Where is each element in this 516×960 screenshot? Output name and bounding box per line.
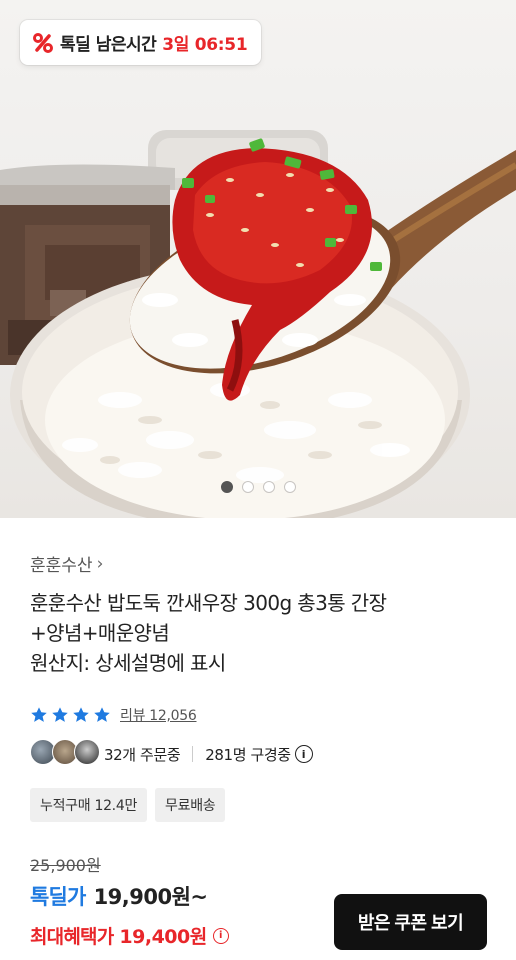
product-title: 훈훈수산 밥도둑 깐새우장 300g 총3통 간장 +양념+매운양념 원산지: …	[30, 588, 500, 678]
tag-free-shipping: 무료배송	[155, 788, 226, 822]
deal-timer-label: 톡딜 남은시간	[60, 35, 157, 55]
product-image-carousel[interactable]: 톡딜 남은시간 3일 06:51	[0, 0, 516, 518]
product-origin: 원산지: 상세설명에 표시	[30, 651, 226, 675]
carousel-indicator	[0, 481, 516, 493]
carousel-dot[interactable]	[283, 481, 296, 493]
orders-count: 32개 주문중	[104, 745, 181, 764]
chevron-right-icon: ›	[96, 553, 104, 574]
avatar	[74, 739, 100, 765]
tag-cumulative-purchase: 누적구매 12.4만	[30, 788, 148, 822]
star-icon	[73, 707, 89, 722]
order-status-row: 32개 주문중 281명 구경중 i	[30, 739, 313, 769]
seller-name: 훈훈수산	[30, 556, 93, 576]
deal-price-label: 톡딜가	[30, 885, 86, 909]
product-tags: 누적구매 12.4만 무료배송	[30, 788, 226, 822]
carousel-dot[interactable]	[220, 481, 233, 493]
deal-price-value: 19,900원~	[93, 885, 208, 909]
carousel-dot[interactable]	[241, 481, 254, 493]
star-icon	[31, 707, 47, 722]
percent-icon	[32, 32, 54, 54]
deal-timer-badge: 톡딜 남은시간 3일 06:51	[20, 20, 262, 65]
rating-row[interactable]: 리뷰 12,056	[30, 705, 197, 725]
carousel-dot[interactable]	[262, 481, 275, 493]
product-photo	[0, 130, 516, 518]
divider	[192, 746, 194, 762]
max-benefit-price[interactable]: 최대혜택가 19,400원 i	[30, 922, 229, 949]
buyer-avatars	[30, 739, 104, 769]
max-benefit-value: 19,400원	[119, 926, 207, 948]
star-icon	[52, 707, 68, 722]
info-icon[interactable]: i	[212, 927, 229, 944]
max-benefit-label: 최대혜택가	[30, 926, 114, 948]
received-coupons-button[interactable]: 받은 쿠폰 보기	[334, 894, 487, 950]
info-icon[interactable]: i	[294, 745, 313, 763]
product-title-line: +양념+매운양념	[30, 621, 170, 645]
deal-price: 톡딜가 19,900원~	[30, 881, 208, 911]
star-icon	[94, 707, 110, 722]
review-count-link[interactable]: 리뷰 12,056	[120, 705, 197, 725]
product-title-line: 훈훈수산 밥도둑 깐새우장 300g 총3통 간장	[30, 591, 387, 615]
deal-timer-value: 3일 06:51	[162, 35, 248, 55]
original-price: 25,900원	[30, 856, 101, 875]
watching-count: 281명 구경중	[205, 745, 291, 764]
seller-link[interactable]: 훈훈수산 ›	[30, 551, 104, 577]
